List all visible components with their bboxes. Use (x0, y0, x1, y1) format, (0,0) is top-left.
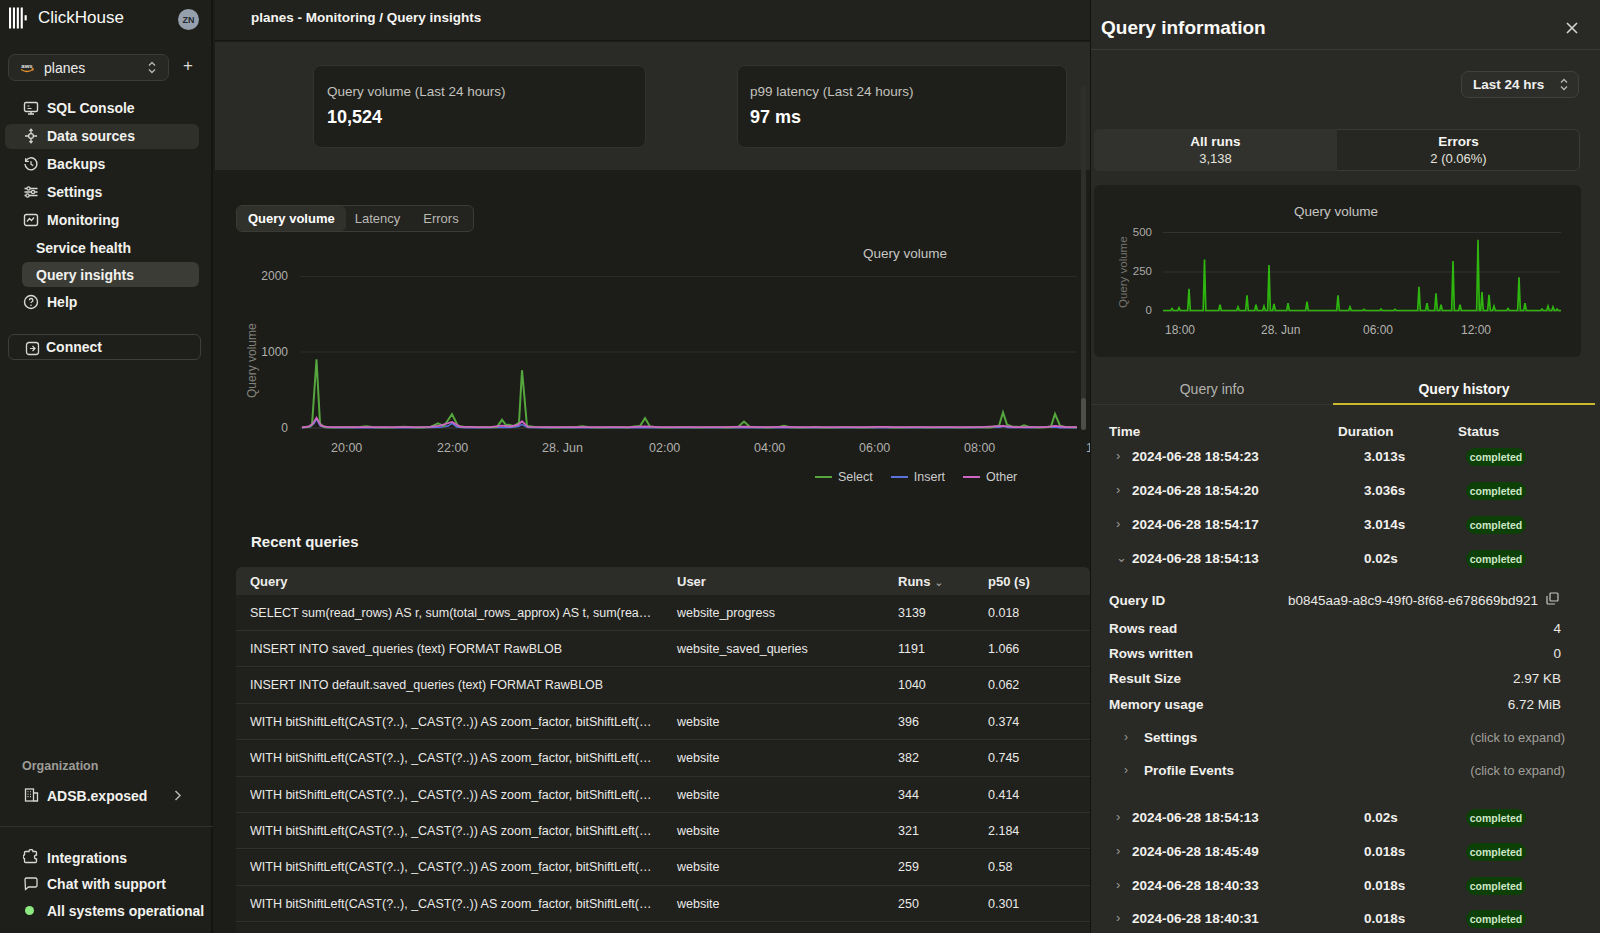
svg-text:aws: aws (21, 63, 33, 69)
